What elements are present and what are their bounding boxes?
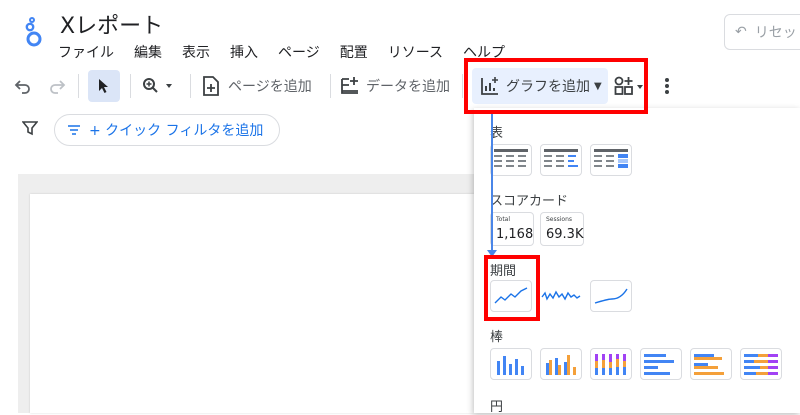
menu-page[interactable]: ページ — [278, 42, 320, 62]
scorecard-total-value: 1,168 — [496, 227, 534, 242]
menu-edit[interactable]: 編集 — [134, 42, 162, 62]
quick-filter-button[interactable]: + クイック フィルタを追加 — [54, 114, 280, 146]
reset-button[interactable]: ↶ リセット — [724, 14, 800, 50]
table-bar-chart-option[interactable] — [540, 144, 582, 176]
bar-section-label: 棒 — [490, 330, 504, 345]
scorecard-compact-option[interactable]: Sessions 69.3K — [540, 212, 584, 246]
redo-icon[interactable] — [48, 66, 66, 106]
reset-label: リセット — [754, 25, 800, 41]
toolbar-divider — [330, 74, 331, 98]
table-heatmap-option[interactable] — [590, 144, 632, 176]
bar-chart-option[interactable] — [640, 348, 682, 380]
add-page-icon — [203, 76, 219, 96]
stacked-column-chart-option[interactable] — [590, 348, 632, 380]
toolbar-divider — [130, 74, 131, 98]
smoothed-timeseries-option[interactable] — [590, 280, 632, 312]
column-chart-option[interactable] — [490, 348, 532, 380]
sparkline-chart-option[interactable] — [540, 280, 582, 312]
toolbar-divider — [462, 74, 463, 98]
scorecard-total-label: Total — [496, 216, 511, 223]
toolbar-divider — [190, 74, 191, 98]
highlight-add-chart — [464, 58, 648, 114]
add-data-label: データを追加 — [366, 79, 450, 95]
annotation-arrow-line — [491, 112, 493, 252]
add-data-icon — [341, 77, 358, 94]
grouped-column-chart-option[interactable] — [540, 348, 582, 380]
pie-section-label: 円 — [490, 400, 504, 415]
scorecard-section-label: スコアカード — [490, 194, 569, 209]
zoom-icon[interactable] — [142, 66, 172, 106]
menu-arrange[interactable]: 配置 — [340, 42, 368, 62]
toolbar: ページを追加 データを追加 グラフを追加 ▼ — [0, 66, 800, 106]
report-title[interactable]: Xレポート — [60, 8, 163, 40]
grouped-bar-chart-option[interactable] — [690, 348, 732, 380]
undo-icon: ↶ — [735, 24, 747, 40]
menu-bar: ファイル 編集 表示 挿入 ページ 配置 リソース ヘルプ — [58, 42, 525, 62]
report-page[interactable] — [30, 194, 474, 413]
menu-view[interactable]: 表示 — [182, 42, 210, 62]
scorecard-sessions-label: Sessions — [546, 216, 573, 223]
add-page-button[interactable]: ページを追加 — [202, 66, 312, 106]
filter-icon[interactable] — [21, 120, 39, 140]
scorecard-sessions-value: 69.3K — [546, 227, 584, 242]
add-data-button[interactable]: データを追加 — [340, 66, 450, 106]
looker-studio-logo-icon[interactable] — [24, 17, 44, 47]
menu-insert[interactable]: 挿入 — [230, 42, 258, 62]
filter-list-icon — [68, 125, 80, 135]
toolbar-divider — [78, 74, 79, 98]
quick-filter-label: + クイック フィルタを追加 — [89, 123, 264, 139]
add-page-label: ページを追加 — [228, 79, 312, 95]
menu-file[interactable]: ファイル — [58, 42, 114, 62]
table-chart-option[interactable] — [490, 144, 532, 176]
stacked-bar-chart-option[interactable] — [740, 348, 782, 380]
select-cursor-icon[interactable] — [88, 70, 120, 102]
highlight-timeseries — [484, 255, 540, 321]
undo-icon[interactable] — [14, 66, 32, 106]
more-vert-icon[interactable] — [664, 66, 670, 106]
menu-resource[interactable]: リソース — [388, 42, 443, 62]
scorecard-option[interactable]: Total 1,168 — [490, 212, 534, 246]
